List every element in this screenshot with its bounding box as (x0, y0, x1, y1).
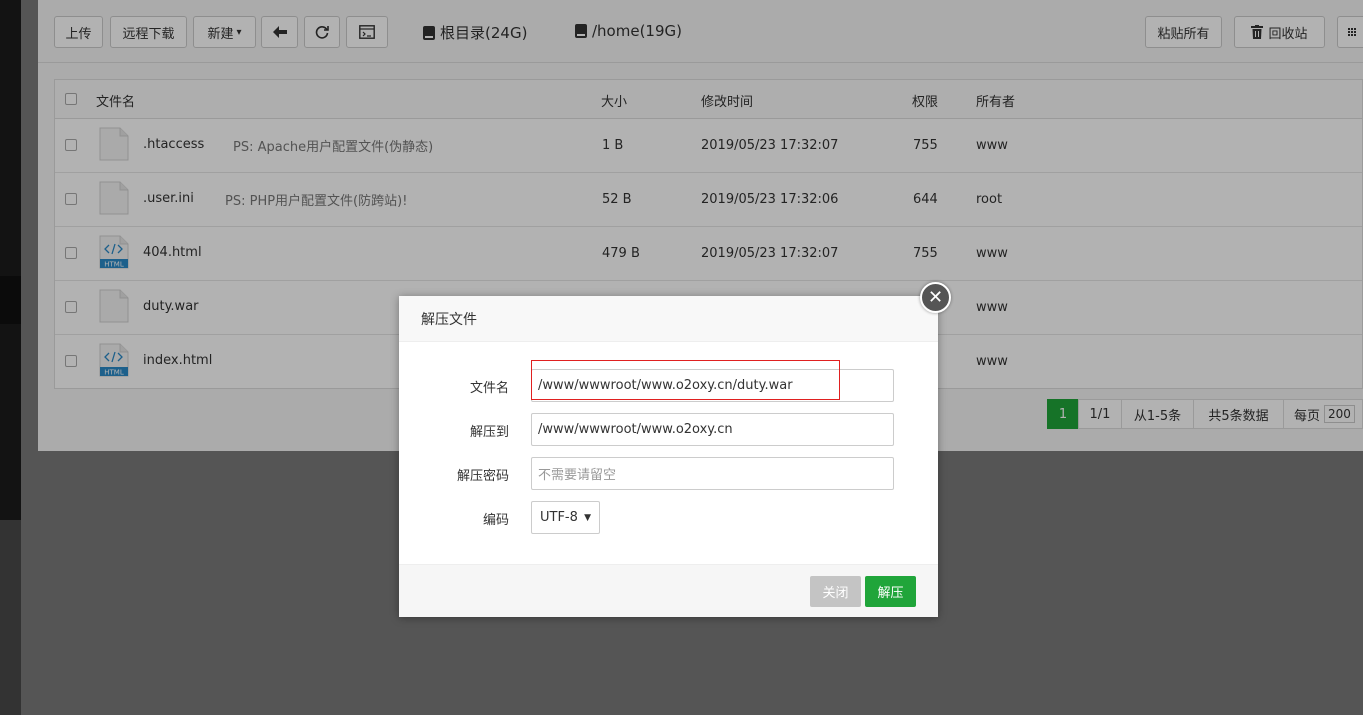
encoding-value: UTF-8 (540, 510, 578, 525)
dialog-title: 解压文件 (399, 296, 938, 342)
encoding-select[interactable]: UTF-8 ▼ (531, 501, 600, 534)
filename-label: 文件名 (469, 381, 509, 396)
encoding-label: 编码 (482, 513, 509, 528)
chevron-down-icon: ▼ (584, 512, 591, 523)
close-icon[interactable]: ✕ (920, 282, 951, 313)
encoding-row: 编码 UTF-8 ▼ (399, 501, 938, 534)
password-row: 解压密码 不需要请留空 (399, 457, 938, 490)
password-input[interactable]: 不需要请留空 (531, 457, 894, 490)
close-button[interactable]: 关闭 (810, 576, 861, 607)
extract-button[interactable]: 解压 (865, 576, 916, 607)
dest-label: 解压到 (469, 425, 509, 440)
highlight-annotation (531, 360, 840, 400)
password-label: 解压密码 (456, 469, 509, 484)
dest-input[interactable]: /www/wwwroot/www.o2oxy.cn (531, 413, 894, 446)
extract-dialog: 解压文件 文件名 /www/wwwroot/www.o2oxy.cn/duty.… (399, 296, 938, 617)
dialog-footer: 关闭 解压 (399, 564, 938, 617)
dest-row: 解压到 /www/wwwroot/www.o2oxy.cn (399, 413, 938, 446)
